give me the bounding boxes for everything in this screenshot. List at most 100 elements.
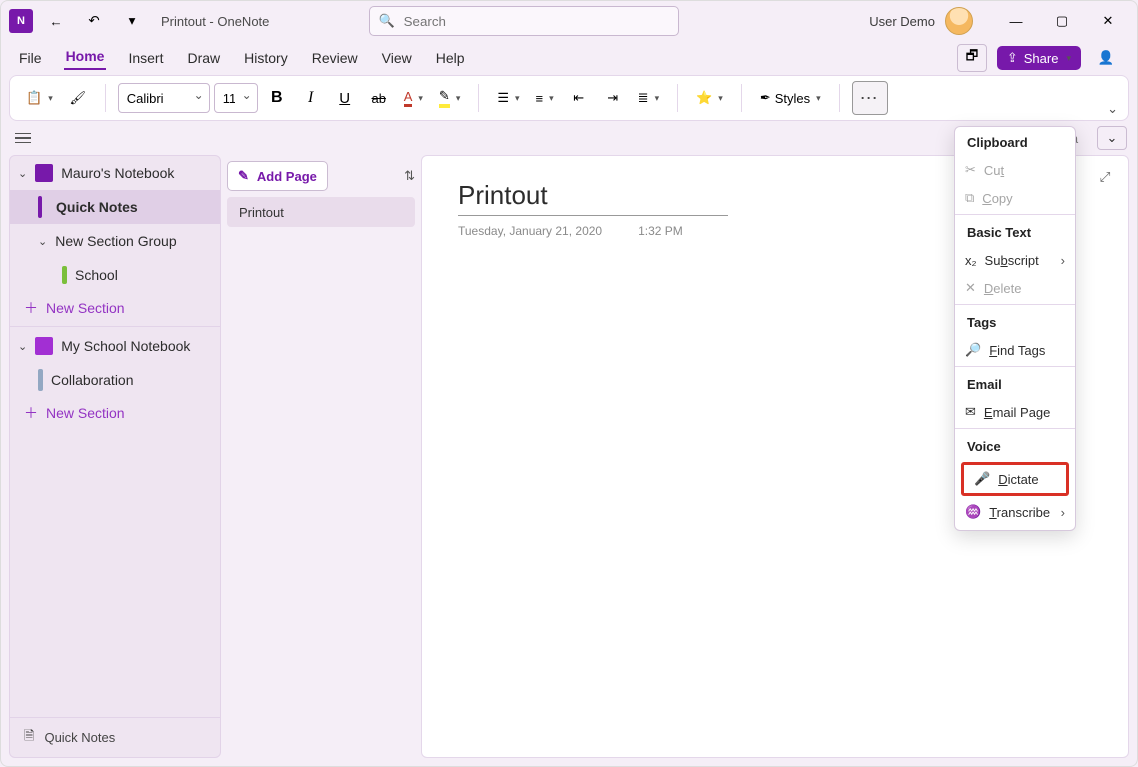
font-name-select[interactable] bbox=[118, 83, 210, 113]
notebook-mauros[interactable]: ⌄ Mauro's Notebook bbox=[10, 156, 220, 190]
font-color-button[interactable]: A▾ bbox=[398, 82, 429, 114]
divider bbox=[478, 84, 479, 112]
overflow-dictate[interactable]: 🎤Dictate bbox=[964, 465, 1066, 493]
menu-home[interactable]: Home bbox=[64, 46, 107, 70]
overflow-subscript[interactable]: x₂Subscript› bbox=[955, 246, 1075, 274]
undo-button[interactable]: ↶ bbox=[79, 6, 109, 36]
new-section-button-2[interactable]: ＋ New Section bbox=[10, 397, 220, 429]
user-avatar[interactable] bbox=[945, 7, 973, 35]
notebook-school[interactable]: ⌄ My School Notebook bbox=[10, 329, 220, 363]
menu-help[interactable]: Help bbox=[434, 48, 467, 68]
overflow-email-page[interactable]: ✉Email Page bbox=[955, 398, 1075, 426]
page-title[interactable]: Printout bbox=[458, 180, 728, 216]
ribbon-collapse-button[interactable]: ⌄ bbox=[1107, 101, 1118, 117]
section-quick-notes[interactable]: Quick Notes bbox=[10, 190, 220, 224]
divider bbox=[677, 84, 678, 112]
share-button[interactable]: ⇪ Share ▾ bbox=[997, 46, 1081, 70]
app-icon: N bbox=[9, 9, 33, 33]
pen-icon: ✒ bbox=[760, 90, 771, 106]
notebook-icon bbox=[35, 337, 53, 355]
menu-history[interactable]: History bbox=[242, 48, 290, 68]
microphone-icon: 🎤 bbox=[974, 471, 990, 487]
menu-file[interactable]: File bbox=[17, 48, 44, 68]
maximize-button[interactable]: ▢ bbox=[1041, 6, 1083, 36]
italic-button[interactable]: I bbox=[296, 82, 326, 114]
bullets-button[interactable]: ☰▾ bbox=[491, 82, 525, 114]
back-button[interactable]: ← bbox=[41, 6, 71, 36]
divider bbox=[839, 84, 840, 112]
new-section-button[interactable]: ＋ New Section bbox=[10, 292, 220, 324]
highlight-button[interactable]: ✎▾ bbox=[433, 82, 466, 114]
overflow-group-voice: Voice bbox=[955, 431, 1075, 460]
outdent-button[interactable]: ⇤ bbox=[564, 82, 594, 114]
section-label: Collaboration bbox=[51, 372, 134, 388]
nav-footer-label: Quick Notes bbox=[44, 730, 115, 745]
chevron-down-icon: ▾ bbox=[1066, 53, 1071, 64]
menu-review[interactable]: Review bbox=[310, 48, 360, 68]
menu-insert[interactable]: Insert bbox=[126, 48, 165, 68]
page-date: Tuesday, January 21, 2020 bbox=[458, 224, 602, 238]
align-button[interactable]: ≣▾ bbox=[632, 82, 665, 114]
numbering-button[interactable]: ≡▾ bbox=[530, 82, 560, 114]
add-page-label: Add Page bbox=[257, 169, 317, 184]
indent-button[interactable]: ⇥ bbox=[598, 82, 628, 114]
underline-button[interactable]: U bbox=[330, 82, 360, 114]
paste-button[interactable]: 📋▾ bbox=[20, 82, 59, 114]
nav-toggle-button[interactable] bbox=[11, 126, 35, 150]
feed-button[interactable]: 👤 bbox=[1091, 44, 1121, 72]
minimize-button[interactable]: — bbox=[995, 6, 1037, 36]
section-search-dropdown[interactable]: ⌄ bbox=[1097, 126, 1127, 150]
scissors-icon: ✂ bbox=[965, 162, 976, 178]
overflow-find-tags[interactable]: 🔎Find Tags bbox=[955, 336, 1075, 364]
overflow-group-email: Email bbox=[955, 369, 1075, 398]
chevron-down-icon: ⌄ bbox=[18, 340, 27, 353]
new-section-label: New Section bbox=[46, 405, 125, 421]
section-label: New Section Group bbox=[55, 233, 176, 249]
section-collaboration[interactable]: Collaboration bbox=[10, 363, 220, 397]
notebook-icon bbox=[35, 164, 53, 182]
section-group-new[interactable]: ⌄ New Section Group bbox=[10, 224, 220, 258]
pages-panel: ✎ Add Page ⇅ Printout bbox=[221, 155, 421, 758]
bold-button[interactable]: B bbox=[262, 82, 292, 114]
plus-icon: ＋ bbox=[24, 298, 38, 318]
chevron-down-icon: ⌄ bbox=[38, 235, 47, 248]
overflow-group-clipboard: Clipboard bbox=[955, 127, 1075, 156]
strikethrough-button[interactable]: ab bbox=[364, 82, 394, 114]
styles-button[interactable]: ✒Styles▾ bbox=[754, 82, 827, 114]
qat-dropdown[interactable]: ▾ bbox=[117, 6, 147, 36]
section-label: Quick Notes bbox=[56, 199, 138, 215]
search-input[interactable] bbox=[369, 6, 679, 36]
close-button[interactable]: ✕ bbox=[1087, 6, 1129, 36]
section-school[interactable]: School bbox=[10, 258, 220, 292]
page-item-printout[interactable]: Printout bbox=[227, 197, 415, 227]
notebook-label: My School Notebook bbox=[61, 338, 190, 354]
font-size-select[interactable] bbox=[214, 83, 258, 113]
add-page-button[interactable]: ✎ Add Page bbox=[227, 161, 328, 191]
format-painter-button[interactable]: 🖌 bbox=[63, 82, 93, 114]
nav-footer-quick-notes[interactable]: 🗎 Quick Notes bbox=[10, 717, 220, 757]
page-time: 1:32 PM bbox=[638, 224, 683, 238]
overflow-cut[interactable]: ✂Cut bbox=[955, 156, 1075, 184]
menu-view[interactable]: View bbox=[380, 48, 414, 68]
overflow-copy[interactable]: ⧉Copy bbox=[955, 184, 1075, 212]
menu-draw[interactable]: Draw bbox=[185, 48, 222, 68]
section-label: School bbox=[75, 267, 118, 283]
ribbon-overflow-button[interactable]: ⋯ bbox=[852, 81, 888, 115]
fullscreen-button[interactable]: ⤢ bbox=[1094, 166, 1116, 188]
find-tags-icon: 🔎 bbox=[965, 342, 981, 358]
overflow-group-basictext: Basic Text bbox=[955, 217, 1075, 246]
search-bar[interactable]: 🔍 bbox=[369, 6, 679, 36]
ribbon-overflow-menu: Clipboard ✂Cut ⧉Copy Basic Text x₂Subscr… bbox=[954, 126, 1076, 531]
menu-bar: File Home Insert Draw History Review Vie… bbox=[1, 41, 1137, 75]
edit-icon: ✎ bbox=[238, 168, 249, 184]
sort-pages-button[interactable]: ⇅ bbox=[404, 168, 415, 184]
open-in-app-button[interactable]: 🗗 bbox=[957, 44, 987, 72]
user-name[interactable]: User Demo bbox=[869, 14, 935, 29]
section-indicator bbox=[62, 266, 67, 284]
tags-button[interactable]: ⭐▾ bbox=[690, 82, 729, 114]
overflow-transcribe[interactable]: ♒Transcribe› bbox=[955, 498, 1075, 526]
overflow-dictate-highlight: 🎤Dictate bbox=[961, 462, 1069, 496]
overflow-delete[interactable]: ✕Delete bbox=[955, 274, 1075, 302]
search-icon: 🔍 bbox=[379, 13, 395, 29]
overflow-group-tags: Tags bbox=[955, 307, 1075, 336]
